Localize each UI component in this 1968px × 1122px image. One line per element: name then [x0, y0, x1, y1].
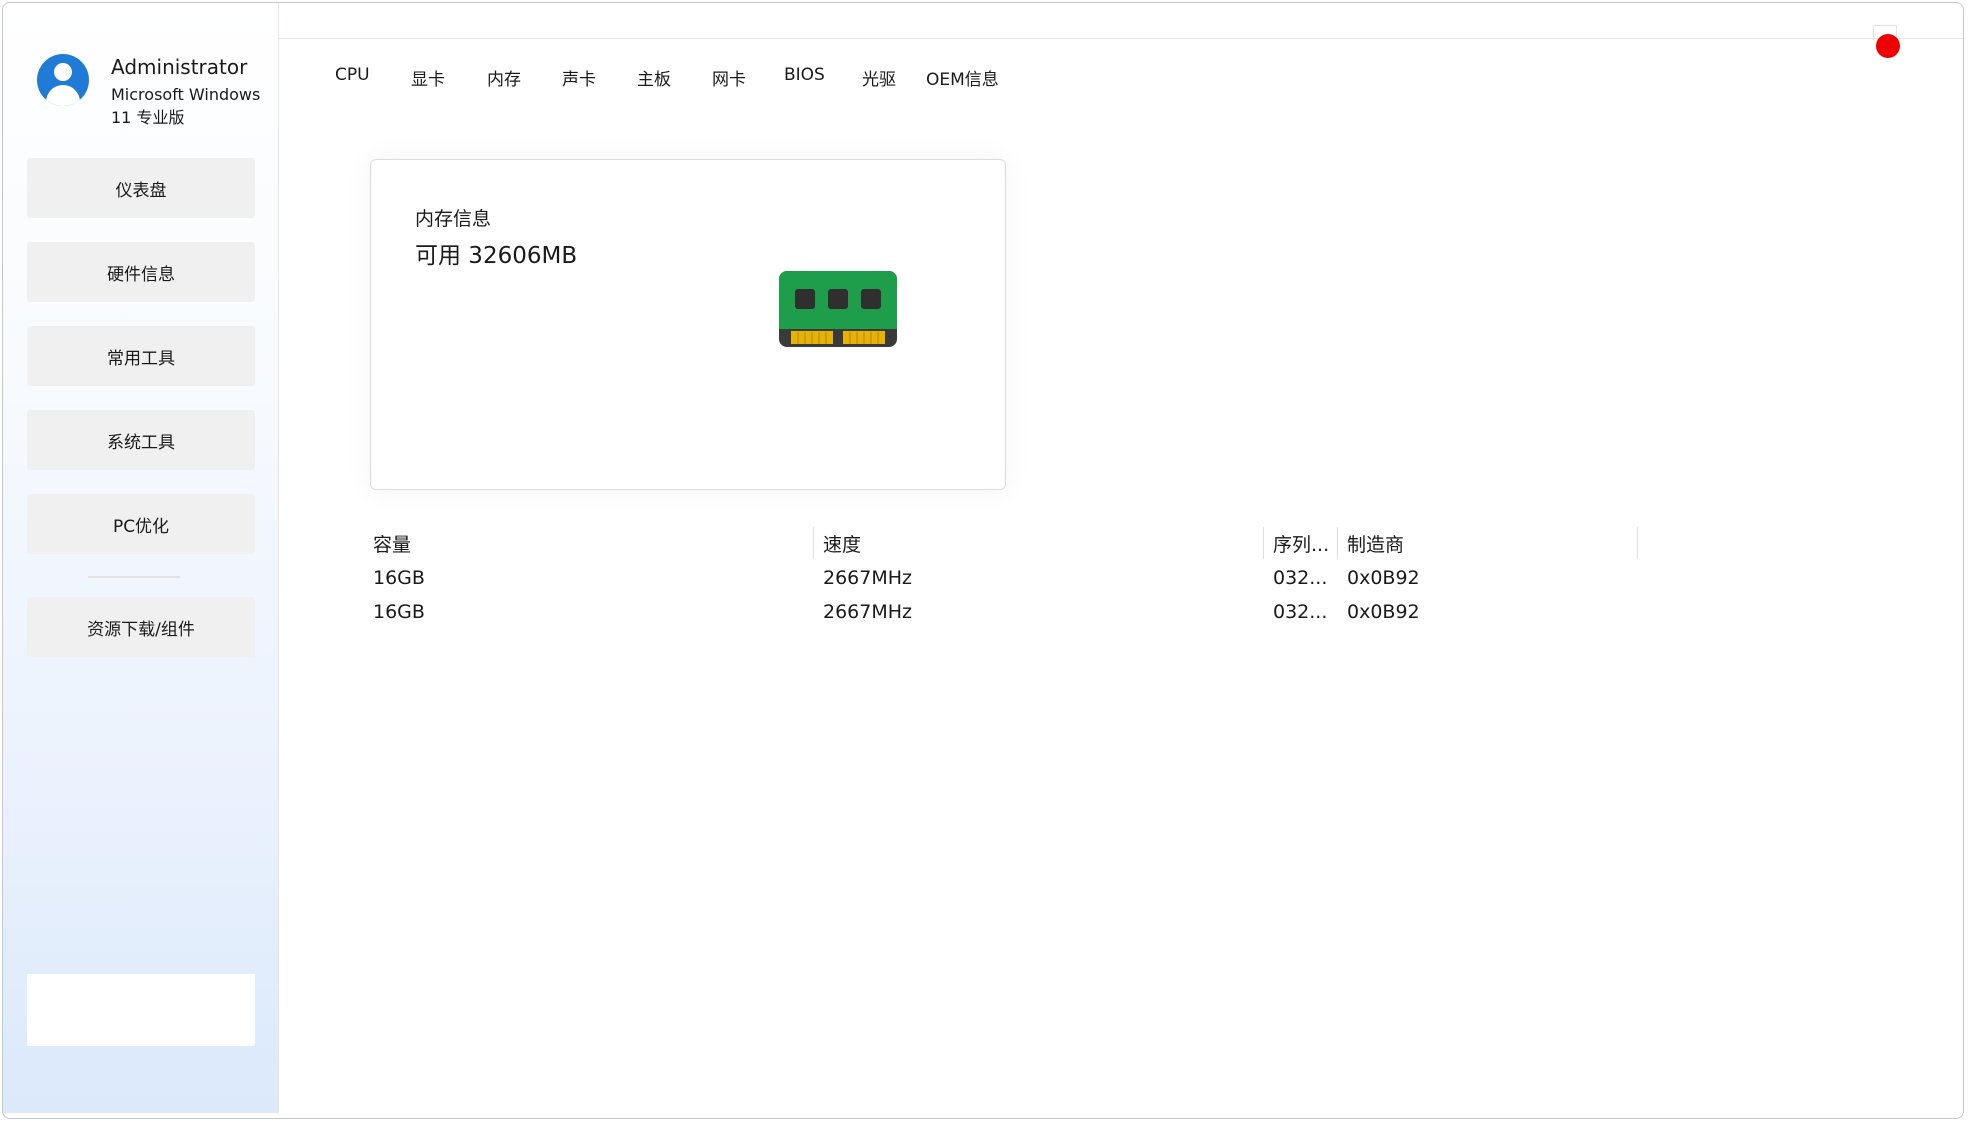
title-bar-divider [278, 38, 1963, 39]
ram-module-icon [779, 271, 897, 347]
column-separator[interactable] [813, 527, 814, 559]
user-profile: Administrator Microsoft Windows 11 专业版 [37, 49, 277, 139]
table-cell-manufacturer: 0x0B92 [1347, 567, 1420, 589]
table-cell-capacity: 16GB [373, 567, 425, 589]
app-window: Administrator Microsoft Windows 11 专业版 仪… [2, 2, 1964, 1119]
table-cell-manufacturer: 0x0B92 [1347, 601, 1420, 623]
tab-gpu[interactable]: 显卡 [411, 65, 445, 90]
os-version: Microsoft Windows 11 专业版 [111, 85, 261, 127]
user-name: Administrator [111, 55, 248, 79]
column-header-manufacturer[interactable]: 制造商 [1347, 523, 1637, 563]
column-header-speed[interactable]: 速度 [823, 523, 1263, 563]
nav-pc-optimize-button[interactable]: PC优化 [27, 494, 255, 554]
column-separator[interactable] [1637, 527, 1638, 559]
tab-optical-drive[interactable]: 光驱 [862, 65, 896, 90]
table-cell-speed: 2667MHz [823, 601, 913, 623]
memory-info-card: 内存信息 可用 32606MB [370, 159, 1006, 490]
card-title: 内存信息 [415, 208, 492, 230]
sidebar: Administrator Microsoft Windows 11 专业版 仪… [3, 3, 279, 1113]
column-separator[interactable] [1263, 527, 1264, 559]
tab-bios[interactable]: BIOS [784, 65, 825, 85]
sidebar-divider [88, 576, 180, 578]
table-cell-capacity: 16GB [373, 601, 425, 623]
tab-oem-info[interactable]: OEM信息 [926, 65, 999, 90]
available-memory: 可用 32606MB [415, 243, 578, 269]
tab-sound[interactable]: 声卡 [562, 65, 596, 90]
nav-dashboard-button[interactable]: 仪表盘 [27, 158, 255, 218]
nav-system-tools-button[interactable]: 系统工具 [27, 410, 255, 470]
close-icon[interactable] [1876, 34, 1900, 58]
nav-hardware-info-button[interactable]: 硬件信息 [27, 242, 255, 302]
column-header-serial[interactable]: 序列... [1273, 523, 1339, 563]
tab-memory[interactable]: 内存 [487, 65, 521, 90]
tab-network[interactable]: 网卡 [712, 65, 746, 90]
nav-common-tools-button[interactable]: 常用工具 [27, 326, 255, 386]
column-header-capacity[interactable]: 容量 [373, 523, 811, 563]
tab-motherboard[interactable]: 主板 [637, 65, 671, 90]
table-cell-serial: 032... [1273, 567, 1328, 589]
sidebar-bottom-panel [27, 974, 255, 1046]
nav-downloads-button[interactable]: 资源下载/组件 [27, 597, 255, 657]
table-cell-speed: 2667MHz [823, 567, 913, 589]
tab-cpu[interactable]: CPU [335, 65, 370, 85]
table-cell-serial: 032... [1273, 601, 1328, 623]
user-avatar-icon [37, 54, 89, 106]
column-separator[interactable] [1337, 527, 1338, 559]
